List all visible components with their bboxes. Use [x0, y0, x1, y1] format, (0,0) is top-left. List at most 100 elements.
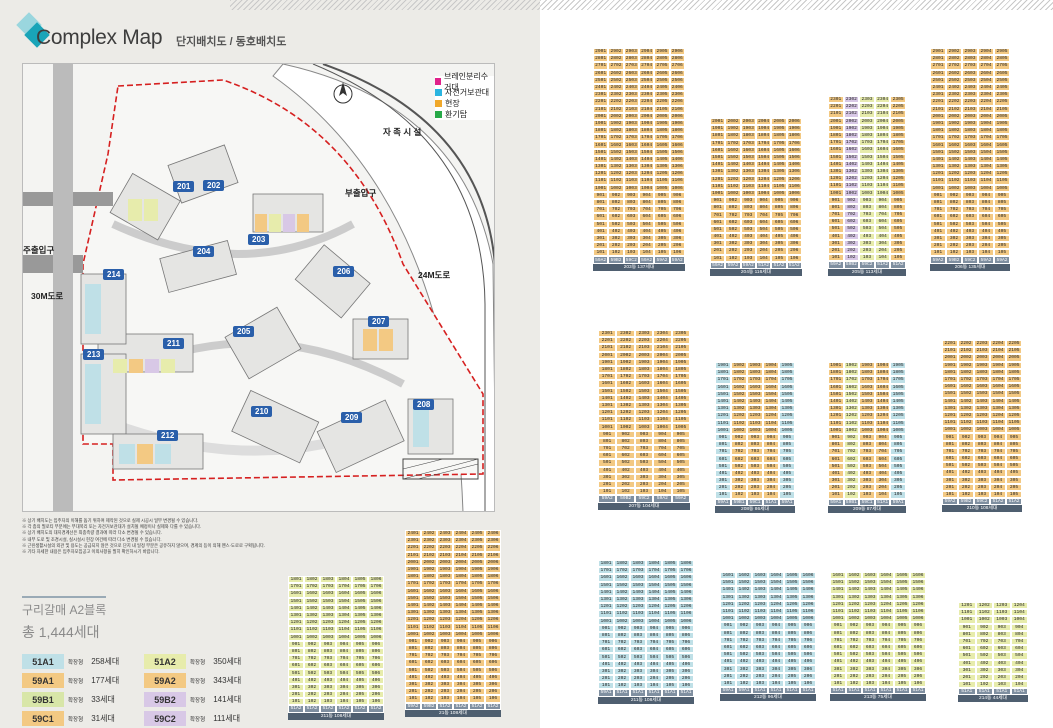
- unit-cell: 604: [990, 455, 1006, 463]
- unit-cell: 2003: [634, 351, 654, 359]
- unit-cell: 903: [862, 622, 878, 630]
- unit-cell: 2005: [1006, 354, 1022, 362]
- unit-cell: 101: [593, 249, 609, 257]
- unit-cell: 2104: [990, 347, 1006, 355]
- unit-cell: 101: [720, 679, 736, 687]
- unit-cell: 1206: [910, 600, 926, 608]
- unit-cell: 604: [874, 218, 891, 226]
- unit-cell: 306: [669, 234, 685, 243]
- unit-cell: 1103: [752, 607, 768, 616]
- unit-cell: 906: [786, 197, 802, 205]
- unit-cell: 1904: [874, 124, 891, 132]
- unit-cell: 202: [725, 247, 741, 255]
- unit-cell: 905: [784, 622, 800, 630]
- unit-cell: 604: [1010, 645, 1028, 653]
- unit-cell: 105: [654, 249, 670, 257]
- unit-cell: 2202: [608, 98, 624, 106]
- building-203[interactable]: 203: [248, 234, 270, 245]
- unit-cell: 1505: [654, 148, 670, 156]
- building-205[interactable]: 205: [233, 326, 255, 337]
- unit-cell: 1602: [725, 146, 741, 154]
- unit-cell: 405: [654, 227, 670, 235]
- unit-cell: 1604: [453, 587, 469, 595]
- unit-cell: 2306: [669, 91, 685, 99]
- unit-cell: 1502: [725, 153, 741, 162]
- unit-cell: 1104: [453, 623, 469, 631]
- unit-cell: 1202: [614, 603, 630, 611]
- unit-type-cell: 51A1: [874, 498, 891, 506]
- unit-cell: 1001: [828, 189, 844, 197]
- building-214[interactable]: 214: [103, 269, 125, 280]
- unit-cell: 2202: [843, 103, 860, 111]
- unit-type-sub: 확장형: [68, 678, 84, 685]
- unit-cell: 1001: [405, 630, 421, 638]
- building-207[interactable]: 207: [368, 316, 390, 327]
- unit-cell: 502: [614, 653, 630, 661]
- unit-cell: 1204: [646, 603, 662, 611]
- unit-cell: 2302: [616, 330, 635, 338]
- unit-cell: 1106: [669, 177, 685, 185]
- unit-cell: 101: [598, 488, 617, 496]
- unit-cell: 2901: [593, 48, 609, 56]
- unit-cell: 1603: [437, 587, 453, 595]
- unit-cell: 2404: [638, 83, 655, 92]
- unit-cell: 104: [768, 679, 784, 687]
- unit-cell: 904: [653, 430, 672, 438]
- building-211[interactable]: 211: [163, 338, 184, 349]
- unit-cell: 1802: [958, 368, 974, 376]
- unit-cell: 705: [469, 652, 485, 660]
- unit-grid-caption: 203동 137세대: [593, 263, 685, 271]
- unit-cell: 1201: [958, 602, 976, 610]
- unit-cell: 1404: [336, 604, 352, 612]
- unit-cell: 204: [978, 242, 994, 250]
- unit-cell: 2405: [994, 83, 1010, 92]
- building-210[interactable]: 210: [251, 406, 273, 417]
- unit-cell: 1303: [630, 595, 646, 604]
- unit-cell: 1806: [786, 132, 802, 140]
- building-213[interactable]: 213: [83, 349, 105, 360]
- building-204[interactable]: 204: [193, 246, 215, 257]
- building-212[interactable]: 212: [157, 430, 179, 441]
- unit-cell: 1403: [623, 155, 639, 163]
- building-201[interactable]: 201: [173, 181, 195, 192]
- unit-cell: 101: [288, 698, 304, 706]
- unit-cell: 1905: [994, 119, 1010, 128]
- building-202[interactable]: 202: [203, 180, 225, 191]
- unit-cell: 404: [336, 676, 352, 684]
- unit-cell: 204: [755, 247, 772, 255]
- unit-cell: 2203: [634, 337, 654, 345]
- unit-cell: 102: [736, 679, 752, 687]
- unit-cell: 1405: [771, 161, 787, 169]
- unit-cell: 1302: [608, 163, 624, 171]
- unit-cell: 401: [593, 227, 609, 235]
- unit-cell: 1104: [874, 182, 891, 190]
- unit-cell: 505: [771, 225, 787, 233]
- unit-cell: 306: [786, 240, 802, 248]
- unit-cell: 204: [646, 675, 662, 683]
- unit-cell: 1403: [740, 161, 756, 169]
- unit-type-badge: 59A1: [22, 673, 64, 688]
- unit-grid-caption: 208동 86세대: [715, 505, 795, 513]
- unit-cell: 203: [974, 483, 990, 491]
- unit-cell: 103: [859, 254, 875, 262]
- unit-cell: 1603: [623, 141, 639, 149]
- unit-cell: 1405: [671, 394, 690, 402]
- unit-cell: 104: [878, 679, 894, 687]
- unit-cell: 1005: [654, 184, 670, 192]
- unit-type-cell: 59C2: [634, 495, 654, 503]
- building-209[interactable]: 209: [341, 412, 363, 423]
- building-206[interactable]: 206: [333, 266, 355, 277]
- unit-cell: 1702: [614, 567, 630, 575]
- unit-type-cell: 59B2: [421, 702, 437, 710]
- unit-cell: 1003: [740, 189, 756, 198]
- unit-cell: 2003: [623, 112, 639, 120]
- unit-cell: 806: [678, 631, 694, 640]
- building-208[interactable]: 208: [413, 399, 435, 410]
- unit-cell: 1206: [669, 170, 685, 178]
- unit-cell: 1203: [437, 616, 453, 624]
- unit-cell: 1701: [715, 376, 731, 384]
- unit-cell: 1003: [630, 617, 646, 625]
- unit-grid: 1901 1902 1903 1904 1905 1801 1802 1803 1804 1805…: [715, 362, 795, 513]
- unit-cell: 1406: [678, 588, 694, 596]
- unit-cell: 203: [993, 673, 1011, 682]
